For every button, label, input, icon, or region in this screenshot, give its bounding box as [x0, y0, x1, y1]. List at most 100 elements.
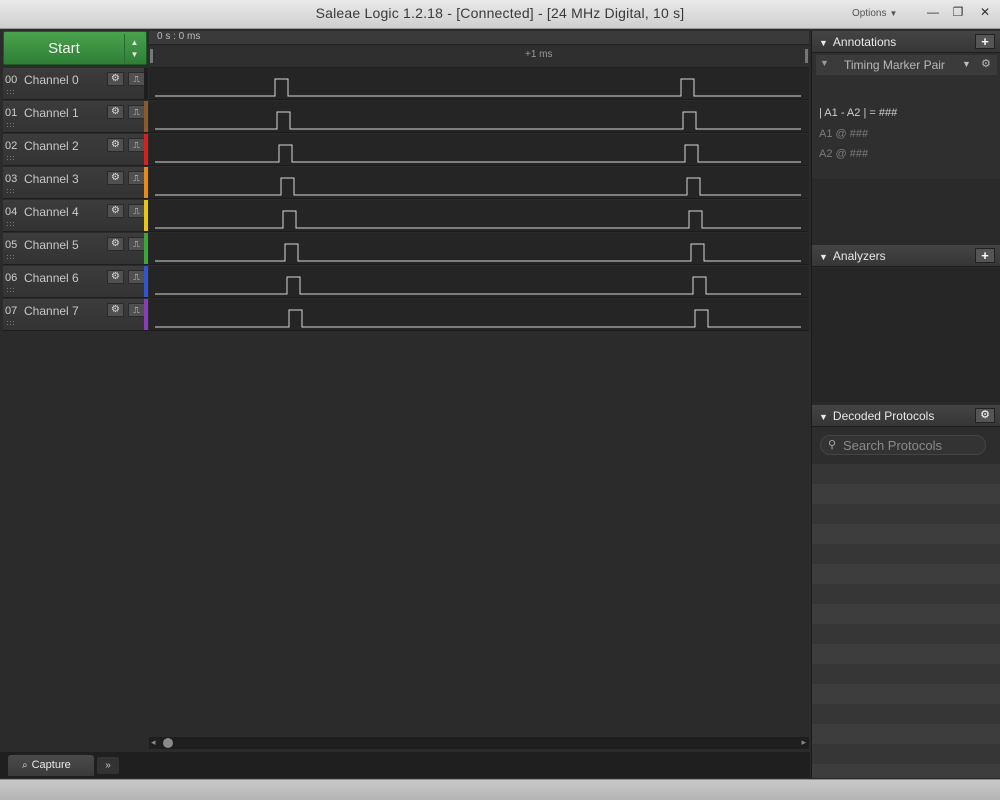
- channel-name[interactable]: Channel 3: [24, 172, 79, 186]
- gear-icon[interactable]: ⚙: [981, 57, 991, 70]
- channel-number: 04: [5, 206, 18, 218]
- decoded-protocols-list: [812, 464, 1000, 778]
- waveform-trace: [155, 243, 801, 262]
- channel-settings-button[interactable]: ⚙: [107, 72, 124, 86]
- capture-icon: ⌕: [22, 760, 28, 771]
- trigger-button[interactable]: ⎍: [128, 204, 145, 218]
- drag-handle-icon[interactable]: [6, 320, 16, 325]
- ruler-left-handle[interactable]: [150, 49, 153, 63]
- channel-settings-button[interactable]: ⚙: [107, 138, 124, 152]
- ruler-right-handle[interactable]: [805, 49, 808, 63]
- channel-settings-button[interactable]: ⚙: [107, 171, 124, 185]
- close-icon: ✕: [979, 5, 991, 19]
- analyzers-title-text: Analyzers: [832, 249, 886, 263]
- right-panel: ▼ Annotations + ▼ Timing Marker Pair ▼ ⚙ …: [811, 31, 1000, 778]
- drag-handle-icon[interactable]: [6, 221, 16, 226]
- restore-icon: ❐: [952, 5, 964, 19]
- annotations-title: ▼ Annotations: [819, 35, 896, 49]
- close-button[interactable]: ✕: [973, 4, 997, 22]
- channel-settings-button[interactable]: ⚙: [107, 237, 124, 251]
- waveform-trace: [155, 144, 801, 163]
- annotations-title-text: Annotations: [832, 35, 897, 49]
- time-ruler[interactable]: +1 ms: [149, 46, 809, 68]
- trigger-button[interactable]: ⎍: [128, 171, 145, 185]
- drag-handle-icon[interactable]: [6, 188, 16, 193]
- search-box[interactable]: ⚲: [820, 435, 986, 455]
- trigger-button[interactable]: ⎍: [128, 105, 145, 119]
- chevron-down-icon: ▼: [130, 50, 139, 59]
- annotations-header[interactable]: ▼ Annotations +: [812, 31, 1000, 53]
- channel-name[interactable]: Channel 5: [24, 238, 79, 252]
- minimize-button[interactable]: —: [922, 4, 944, 22]
- chevron-down-icon[interactable]: ▼: [962, 59, 971, 69]
- marker-a2: A2 @ ###: [819, 148, 869, 160]
- annotations-empty-space: [812, 179, 1000, 245]
- trigger-button[interactable]: ⎍: [128, 138, 145, 152]
- scroll-left-icon[interactable]: ◂: [151, 737, 156, 748]
- decoded-protocols-header[interactable]: ▼ Decoded Protocols ⚙: [812, 405, 1000, 427]
- timing-marker-pair[interactable]: ▼ Timing Marker Pair ▼ ⚙: [816, 55, 997, 75]
- channel-settings-button[interactable]: ⚙: [107, 270, 124, 284]
- channel-color-swatch: [144, 68, 148, 99]
- tab-capture[interactable]: ⌕ Capture: [8, 755, 94, 776]
- channel-name[interactable]: Channel 7: [24, 304, 79, 318]
- channel-settings-button[interactable]: ⚙: [107, 105, 124, 119]
- channel-row[interactable]: 03 Channel 3 ⚙ ⎍: [3, 167, 148, 199]
- waveform-area[interactable]: 0 s : 0 ms +1 ms: [149, 31, 809, 736]
- window-title: Saleae Logic 1.2.18 - [Connected] - [24 …: [315, 5, 685, 21]
- channel-color-swatch: [144, 134, 148, 165]
- drag-handle-icon[interactable]: [6, 122, 16, 127]
- channel-row[interactable]: 05 Channel 5 ⚙ ⎍: [3, 233, 148, 265]
- channel-number: 07: [5, 305, 18, 317]
- waveform-path: [155, 144, 801, 163]
- analyzers-content: [812, 268, 1000, 402]
- scroll-right-icon[interactable]: ▸: [801, 737, 806, 748]
- collapse-triangle-icon: ▼: [819, 252, 828, 262]
- channel-row[interactable]: 02 Channel 2 ⚙ ⎍: [3, 134, 148, 166]
- trigger-button[interactable]: ⎍: [128, 303, 145, 317]
- scroll-thumb[interactable]: [163, 738, 173, 748]
- channel-row[interactable]: 06 Channel 6 ⚙ ⎍: [3, 266, 148, 298]
- channel-name[interactable]: Channel 4: [24, 205, 79, 219]
- marker-pair-label: Timing Marker Pair: [844, 58, 945, 72]
- analyzers-header[interactable]: ▼ Analyzers +: [812, 245, 1000, 267]
- start-options-spinner[interactable]: ▲ ▼: [124, 34, 144, 63]
- drag-handle-icon[interactable]: [6, 287, 16, 292]
- channel-name[interactable]: Channel 0: [24, 73, 79, 87]
- add-annotation-button[interactable]: +: [975, 34, 995, 49]
- channel-row[interactable]: 00 Channel 0 ⚙ ⎍: [3, 68, 148, 100]
- channel-name[interactable]: Channel 1: [24, 106, 79, 120]
- add-analyzer-button[interactable]: +: [975, 248, 995, 263]
- more-tabs-button[interactable]: »: [97, 757, 119, 774]
- channel-name[interactable]: Channel 2: [24, 139, 79, 153]
- bottom-tab-bar: ⌕ Capture »: [0, 752, 810, 778]
- trigger-button[interactable]: ⎍: [128, 237, 145, 251]
- channel-name[interactable]: Channel 6: [24, 271, 79, 285]
- channel-row[interactable]: 07 Channel 7 ⚙ ⎍: [3, 299, 148, 331]
- channel-settings-button[interactable]: ⚙: [107, 303, 124, 317]
- status-bar: [0, 779, 1000, 800]
- channel-number: 01: [5, 107, 18, 119]
- horizontal-scrollbar[interactable]: ◂ ▸: [149, 737, 809, 749]
- drag-handle-icon[interactable]: [6, 155, 16, 160]
- trigger-button[interactable]: ⎍: [128, 270, 145, 284]
- search-protocols-input[interactable]: [843, 437, 981, 453]
- channel-row[interactable]: 01 Channel 1 ⚙ ⎍: [3, 101, 148, 133]
- decoded-protocols-gear-button[interactable]: ⚙: [975, 408, 995, 423]
- channel-number: 00: [5, 74, 18, 86]
- trigger-button[interactable]: ⎍: [128, 72, 145, 86]
- waveform-path: [155, 243, 801, 262]
- drag-handle-icon[interactable]: [6, 89, 16, 94]
- double-chevron-icon: »: [105, 760, 111, 771]
- waveform-trace: [155, 111, 801, 130]
- channel-number: 06: [5, 272, 18, 284]
- restore-button[interactable]: ❐: [947, 4, 969, 22]
- start-label: Start: [48, 40, 80, 57]
- channel-row[interactable]: 04 Channel 4 ⚙ ⎍: [3, 200, 148, 232]
- options-menu[interactable]: Options ▼: [852, 8, 897, 19]
- drag-handle-icon[interactable]: [6, 254, 16, 259]
- channel-settings-button[interactable]: ⚙: [107, 204, 124, 218]
- marker-collapse-icon[interactable]: ▼: [820, 58, 829, 68]
- start-button[interactable]: Start ▲ ▼: [3, 31, 147, 65]
- channel-color-swatch: [144, 167, 148, 198]
